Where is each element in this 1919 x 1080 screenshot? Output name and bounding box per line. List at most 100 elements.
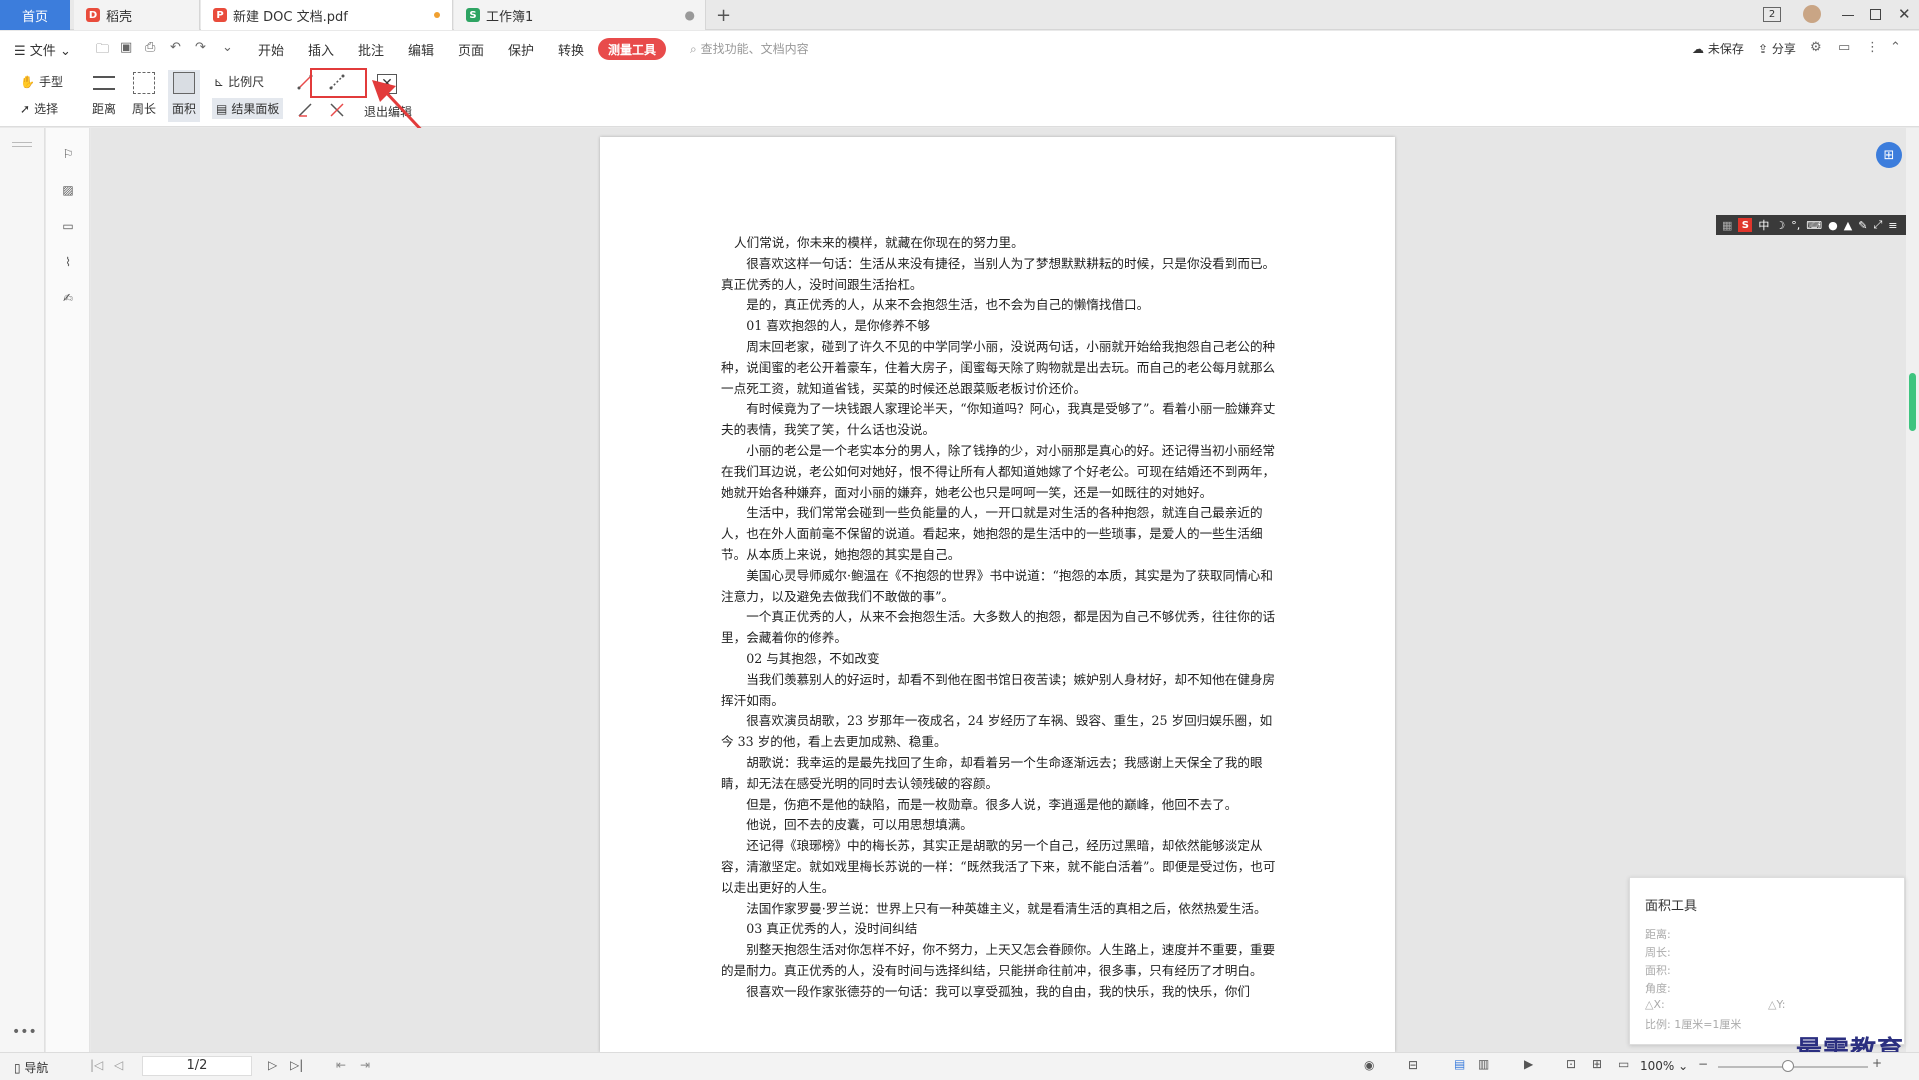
menu-edit[interactable]: 编辑 [408,40,434,59]
tools-icon[interactable]: ✎ [1858,219,1867,232]
select-label: 选择 [34,102,59,116]
perimeter-icon [133,72,155,94]
tab-workbook[interactable]: S 工作簿1 ● [454,0,706,30]
floating-tool-icon[interactable]: ⊞ [1876,142,1902,168]
avatar[interactable] [1803,5,1821,23]
more-options-icon[interactable]: ••• [12,1024,37,1040]
menu-convert[interactable]: 转换 [558,40,584,59]
document-paragraph: 生活中，我们常常会碰到一些负能量的人，一开口就是对生活的各种抱怨，就连自己最亲近… [721,505,1263,562]
last-page-icon[interactable]: ▷| [290,1058,303,1072]
share-button[interactable]: ⇪ 分享 [1758,40,1796,57]
file-menu[interactable]: ☰ 文件 ⌄ [14,40,71,59]
eye-protect-icon[interactable]: ◉ [1364,1058,1374,1072]
forward-icon[interactable]: ⇥ [360,1058,370,1072]
redo-icon[interactable]: ↷ [195,40,206,55]
menu-measure-tool[interactable]: 测量工具 [598,38,666,60]
close-icon[interactable]: ● [685,8,695,22]
settings-icon[interactable]: ⚙ [1810,40,1822,55]
distance-button[interactable]: 距离 [88,70,120,122]
menu-bar: ☰ 文件 ⌄ 🗀 ▣ ⎙ ↶ ↷ ⌄ 开始 插入 批注 编辑 页面 保护 转换 … [0,31,1919,65]
hand-icon: ✋ [20,74,35,89]
menu-start[interactable]: 开始 [258,40,284,59]
perimeter-label: 周长 [131,102,156,116]
undo-icon[interactable]: ↶ [170,40,181,55]
document-paragraph: 是的，真正优秀的人，从来不会抱怨生活，也不会为自己的懒惰找借口。 [746,297,1150,313]
bookmark-icon[interactable]: ⚐ [58,144,78,164]
menu-insert[interactable]: 插入 [308,40,334,59]
close-window-icon[interactable]: ✕ [1898,5,1911,23]
zoom-slider-handle[interactable] [1782,1060,1794,1072]
fit-width-icon[interactable]: ⊡ [1566,1057,1576,1071]
vertical-scrollbar[interactable] [1906,128,1919,1052]
comment-icon[interactable]: ▭ [58,216,78,236]
area-panel-area: 面积: [1645,964,1671,977]
user-icon[interactable]: ● [1828,219,1838,232]
scroll-thumb[interactable] [1909,373,1916,431]
tab-docer[interactable]: D 稻壳 [74,0,200,30]
cross-line-tool-icon[interactable] [326,99,348,121]
back-icon[interactable]: ⇤ [336,1058,346,1072]
image-icon[interactable]: ▨ [58,180,78,200]
unsaved-button[interactable]: ☁ 未保存 [1692,40,1744,57]
expand-icon[interactable]: ⤢ [1873,218,1882,232]
attachment-icon[interactable]: ⌇ [58,252,78,272]
feedback-icon[interactable]: ▭ [1838,40,1850,55]
restore-icon[interactable] [1870,9,1881,20]
area-panel-dy: △Y: [1768,998,1786,1011]
split-view-icon[interactable]: ⊟ [1408,1058,1418,1072]
keyboard-icon[interactable]: ⌨ [1806,219,1822,232]
open-icon[interactable]: 🗀 [96,40,109,62]
search-box[interactable]: ⌕ 查找功能、文档内容 [690,40,809,57]
hand-label: 手型 [38,75,63,89]
tab-home[interactable]: 首页 [0,0,70,30]
zoom-select[interactable]: 100% ⌄ [1640,1059,1688,1073]
page-number-input[interactable]: 1/2 [142,1056,252,1076]
collapse-ribbon-icon[interactable]: ⌃ [1890,40,1901,55]
minimize-icon[interactable] [1842,15,1854,16]
search-icon: ⌕ [690,42,697,56]
menu-page[interactable]: 页面 [458,40,484,59]
moon-icon[interactable]: ☽ [1775,219,1785,232]
print-icon[interactable]: ⎙ [145,40,155,55]
double-page-icon[interactable]: ▥ [1478,1057,1489,1071]
menu-comment[interactable]: 批注 [358,40,384,59]
scale-button[interactable]: ⊾ 比例尺 [214,73,264,90]
single-page-icon[interactable]: ▤ [1454,1057,1465,1071]
window-count-badge[interactable]: 2 [1763,7,1781,22]
signature-icon[interactable]: ✍ [58,288,78,308]
play-icon[interactable]: ▶ [1524,1057,1533,1071]
skin-icon[interactable]: ▲ [1844,219,1852,232]
area-panel-angle: 角度: [1645,982,1671,995]
more-icon[interactable]: ⋮ [1866,40,1879,55]
save-icon[interactable]: ▣ [120,40,132,55]
unsaved-dot-icon [434,12,440,18]
punct-icon[interactable]: °, [1791,219,1800,232]
area-button[interactable]: 面积 [168,70,200,122]
zoom-in-icon[interactable]: + [1872,1056,1882,1070]
tab-docer-label: 稻壳 [106,9,133,25]
prev-page-icon[interactable]: ◁ [114,1058,123,1072]
next-page-icon[interactable]: ▷ [268,1058,277,1072]
zoom-out-icon[interactable]: − [1698,1057,1708,1071]
first-page-icon[interactable]: |◁ [90,1058,103,1072]
ruler-icon [93,76,115,90]
document-paragraph: 01 喜欢抱怨的人，是你修养不够 [746,318,930,334]
tab-pdf-document[interactable]: P 新建 DOC 文档.pdf [201,0,453,30]
drag-handle-icon[interactable] [12,142,32,143]
result-panel-button[interactable]: ▤ 结果面板 [212,98,284,119]
fit-page-icon[interactable]: ⊞ [1592,1057,1602,1071]
menu-protect[interactable]: 保护 [508,40,534,59]
hand-tool-button[interactable]: ✋ 手型 [20,73,63,90]
angle-tool-icon[interactable] [294,99,316,121]
ime-toolbar: ▦ S 中 ☽ °, ⌨ ● ▲ ✎ ⤢ ≡ [1716,215,1916,235]
document-paragraph: 当我们羡慕别人的好运时，却看不到他在图书馆日夜苦读；嫉妒别人身材好，却不知他在健… [721,671,1276,708]
select-tool-button[interactable]: ➚ 选择 [20,100,58,117]
ime-lang[interactable]: 中 [1758,217,1769,233]
perimeter-button[interactable]: 周长 [128,70,160,122]
new-tab-button[interactable]: + [716,0,736,30]
more-quick-icon[interactable]: ⌄ [222,40,233,55]
nav-toggle[interactable]: ▯ 导航 [14,1059,48,1076]
full-screen-icon[interactable]: ▭ [1618,1057,1629,1071]
menu-icon[interactable]: ≡ [1888,219,1897,232]
share-label: 分享 [1771,42,1796,56]
